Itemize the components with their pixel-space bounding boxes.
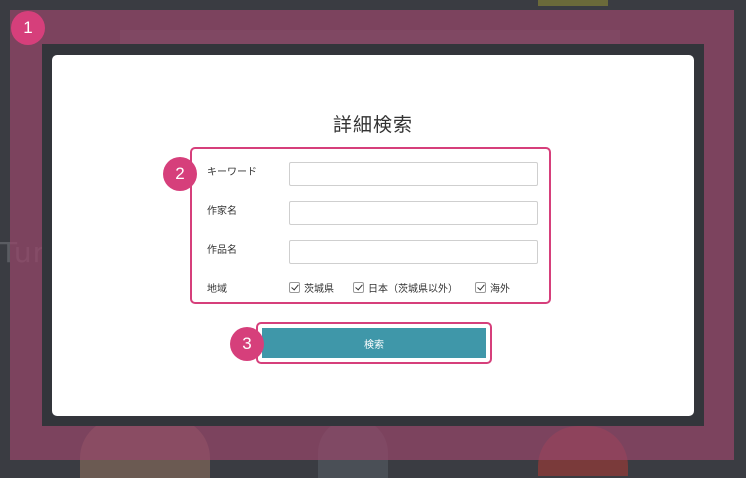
annotation-badge-3: 3 bbox=[230, 327, 264, 361]
checkbox-checked-icon bbox=[353, 282, 364, 293]
artist-input[interactable] bbox=[289, 201, 538, 225]
region-option-label: 茨城県 bbox=[304, 284, 334, 295]
region-label: 地域 bbox=[207, 284, 227, 295]
artist-label: 作家名 bbox=[207, 206, 237, 217]
annotation-badge-1: 1 bbox=[11, 11, 45, 45]
checkbox-checked-icon bbox=[289, 282, 300, 293]
annotation-badge-2: 2 bbox=[163, 157, 197, 191]
background-top-button bbox=[538, 0, 608, 6]
modal-title: 詳細検索 bbox=[332, 114, 413, 136]
region-checkbox-overseas[interactable]: 海外 bbox=[475, 280, 510, 295]
keyword-label: キーワード bbox=[207, 167, 257, 178]
work-input[interactable] bbox=[289, 240, 538, 264]
region-option-label: 海外 bbox=[490, 284, 510, 295]
search-button[interactable]: 検索 bbox=[262, 328, 486, 358]
region-option-label: 日本（茨城県以外） bbox=[368, 284, 458, 295]
checkbox-checked-icon bbox=[475, 282, 486, 293]
work-label: 作品名 bbox=[207, 245, 237, 256]
region-checkbox-ibaraki[interactable]: 茨城県 bbox=[289, 280, 334, 295]
region-checkbox-japan[interactable]: 日本（茨城県以外） bbox=[353, 280, 458, 295]
keyword-input[interactable] bbox=[289, 162, 538, 186]
